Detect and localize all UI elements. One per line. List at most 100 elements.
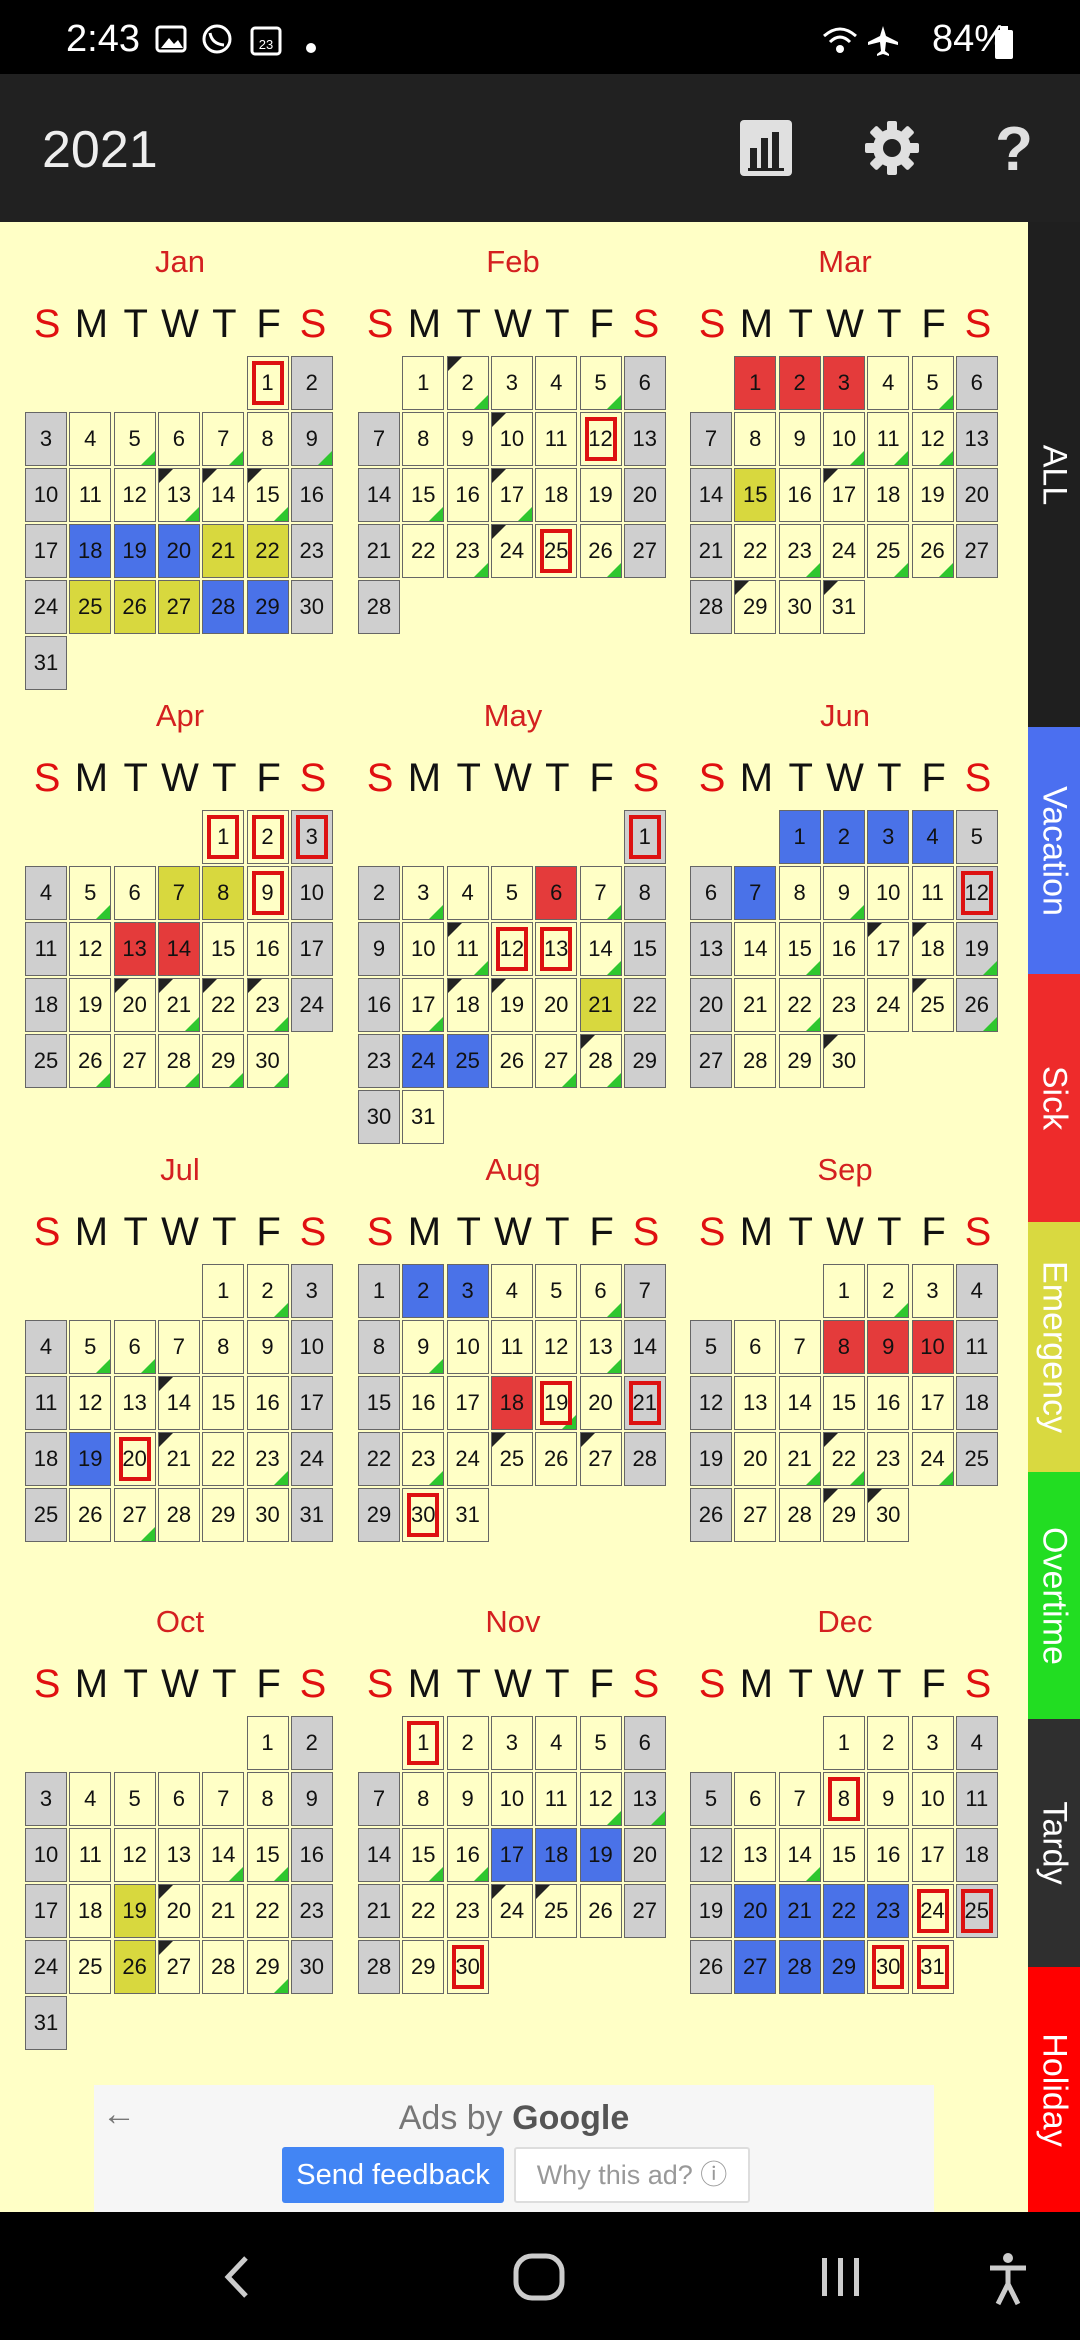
day-cell[interactable]: 13: [113, 1376, 156, 1430]
day-cell[interactable]: 12: [690, 1376, 732, 1430]
day-cell[interactable]: 4: [69, 412, 112, 466]
day-cell[interactable]: 5: [690, 1320, 732, 1374]
day-cell[interactable]: 25: [955, 1432, 998, 1486]
day-cell[interactable]: 28: [157, 1488, 200, 1542]
day-cell[interactable]: 2: [290, 1716, 333, 1770]
day-cell[interactable]: 14: [358, 1828, 400, 1882]
day-cell[interactable]: 4: [911, 810, 954, 864]
day-cell[interactable]: 21: [358, 1884, 400, 1938]
recents-icon[interactable]: [818, 2252, 866, 2302]
day-cell[interactable]: 28: [623, 1432, 666, 1486]
day-cell[interactable]: 5: [579, 1716, 622, 1770]
day-cell[interactable]: 3: [446, 1264, 489, 1318]
day-cell[interactable]: 30: [778, 580, 821, 634]
day-cell[interactable]: 4: [490, 1264, 533, 1318]
day-cell[interactable]: 3: [822, 356, 865, 410]
day-cell[interactable]: 4: [25, 866, 67, 920]
day-cell[interactable]: 4: [25, 1320, 67, 1374]
month-name[interactable]: Jun: [690, 698, 1000, 734]
day-cell[interactable]: 22: [778, 978, 821, 1032]
day-cell[interactable]: 13: [955, 412, 998, 466]
day-cell[interactable]: 15: [734, 468, 777, 522]
day-cell[interactable]: 11: [535, 412, 578, 466]
day-cell[interactable]: 8: [402, 412, 445, 466]
day-cell[interactable]: 22: [402, 1884, 445, 1938]
month-name[interactable]: Sep: [690, 1152, 1000, 1188]
day-cell[interactable]: 2: [867, 1716, 910, 1770]
day-cell[interactable]: 8: [778, 866, 821, 920]
day-cell[interactable]: 2: [290, 356, 333, 410]
day-cell[interactable]: 28: [778, 1488, 821, 1542]
day-cell[interactable]: 12: [69, 1376, 112, 1430]
day-cell[interactable]: 7: [690, 412, 732, 466]
day-cell[interactable]: 12: [69, 922, 112, 976]
day-cell[interactable]: 28: [202, 1940, 245, 1994]
day-cell[interactable]: 29: [778, 1034, 821, 1088]
day-cell[interactable]: 30: [446, 1940, 489, 1994]
day-cell[interactable]: 11: [867, 412, 910, 466]
day-cell[interactable]: 20: [113, 978, 156, 1032]
day-cell[interactable]: 23: [246, 1432, 289, 1486]
day-cell[interactable]: 10: [911, 1772, 954, 1826]
day-cell[interactable]: 10: [25, 468, 67, 522]
day-cell[interactable]: 6: [113, 866, 156, 920]
month-name[interactable]: Mar: [690, 244, 1000, 280]
day-cell[interactable]: 13: [579, 1320, 622, 1374]
why-this-ad-button[interactable]: Why this ad? ⓘ: [514, 2147, 750, 2203]
day-cell[interactable]: 1: [246, 356, 289, 410]
day-cell[interactable]: 20: [955, 468, 998, 522]
day-cell[interactable]: 17: [446, 1376, 489, 1430]
day-cell[interactable]: 1: [822, 1264, 865, 1318]
day-cell[interactable]: 30: [402, 1488, 445, 1542]
day-cell[interactable]: 19: [690, 1884, 732, 1938]
day-cell[interactable]: 28: [157, 1034, 200, 1088]
day-cell[interactable]: 30: [867, 1488, 910, 1542]
tab-tardy[interactable]: Tardy: [1028, 1719, 1080, 1967]
day-cell[interactable]: 9: [402, 1320, 445, 1374]
day-cell[interactable]: 27: [113, 1488, 156, 1542]
day-cell[interactable]: 1: [734, 356, 777, 410]
day-cell[interactable]: 5: [113, 1772, 156, 1826]
day-cell[interactable]: 18: [490, 1376, 533, 1430]
tab-vacation[interactable]: Vacation: [1028, 727, 1080, 974]
day-cell[interactable]: 20: [579, 1376, 622, 1430]
day-cell[interactable]: 13: [113, 922, 156, 976]
day-cell[interactable]: 25: [535, 524, 578, 578]
day-cell[interactable]: 2: [867, 1264, 910, 1318]
day-cell[interactable]: 20: [113, 1432, 156, 1486]
day-cell[interactable]: 10: [446, 1320, 489, 1374]
day-cell[interactable]: 23: [446, 1884, 489, 1938]
day-cell[interactable]: 7: [202, 1772, 245, 1826]
day-cell[interactable]: 2: [446, 1716, 489, 1770]
day-cell[interactable]: 30: [867, 1940, 910, 1994]
day-cell[interactable]: 14: [202, 468, 245, 522]
day-cell[interactable]: 1: [402, 356, 445, 410]
day-cell[interactable]: 29: [202, 1034, 245, 1088]
day-cell[interactable]: 20: [623, 468, 666, 522]
day-cell[interactable]: 8: [202, 866, 245, 920]
day-cell[interactable]: 3: [290, 810, 333, 864]
stats-button[interactable]: [738, 118, 798, 178]
day-cell[interactable]: 10: [911, 1320, 954, 1374]
day-cell[interactable]: 25: [25, 1034, 67, 1088]
day-cell[interactable]: 9: [867, 1320, 910, 1374]
day-cell[interactable]: 25: [69, 580, 112, 634]
tab-emergency[interactable]: Emergency: [1028, 1222, 1080, 1472]
day-cell[interactable]: 20: [157, 1884, 200, 1938]
day-cell[interactable]: 5: [69, 1320, 112, 1374]
day-cell[interactable]: 15: [202, 1376, 245, 1430]
day-cell[interactable]: 24: [446, 1432, 489, 1486]
day-cell[interactable]: 6: [157, 1772, 200, 1826]
day-cell[interactable]: 28: [734, 1034, 777, 1088]
day-cell[interactable]: 22: [822, 1432, 865, 1486]
day-cell[interactable]: 9: [246, 1320, 289, 1374]
day-cell[interactable]: 7: [202, 412, 245, 466]
day-cell[interactable]: 9: [867, 1772, 910, 1826]
day-cell[interactable]: 26: [113, 580, 156, 634]
day-cell[interactable]: 15: [402, 468, 445, 522]
day-cell[interactable]: 10: [402, 922, 445, 976]
day-cell[interactable]: 17: [490, 468, 533, 522]
day-cell[interactable]: 7: [358, 1772, 400, 1826]
settings-button[interactable]: [862, 118, 922, 178]
day-cell[interactable]: 27: [690, 1034, 732, 1088]
